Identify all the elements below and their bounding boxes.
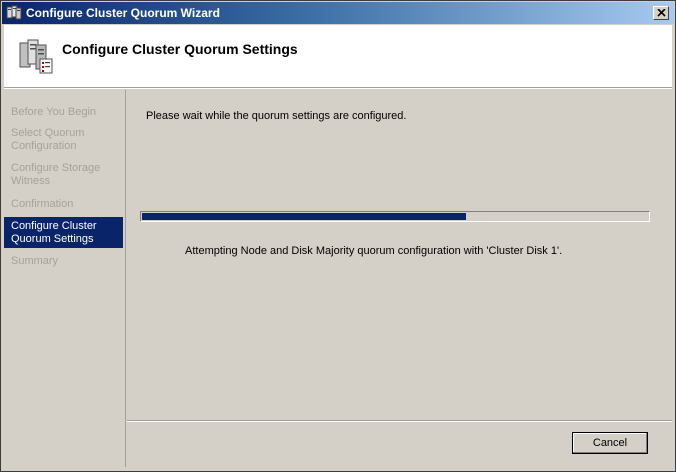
step-configure-storage-witness: Configure Storage Witness bbox=[11, 162, 101, 187]
step-summary: Summary bbox=[11, 255, 59, 267]
wizard-window: Configure Cluster Quorum Wizard Configur… bbox=[0, 0, 676, 472]
step-select-quorum-configuration: Select Quorum Configuration bbox=[11, 127, 85, 152]
close-icon bbox=[657, 9, 666, 17]
header-divider bbox=[4, 88, 672, 89]
steps-sidebar: Before You Begin Select Quorum Configura… bbox=[4, 90, 126, 467]
title-bar: Configure Cluster Quorum Wizard bbox=[2, 2, 674, 24]
close-button[interactable] bbox=[653, 6, 669, 20]
window-title: Configure Cluster Quorum Wizard bbox=[26, 6, 220, 20]
status-text: Attempting Node and Disk Majority quorum… bbox=[185, 245, 563, 257]
cluster-servers-icon bbox=[19, 39, 53, 74]
step-configure-cluster-quorum-settings: Configure Cluster Quorum Settings bbox=[4, 217, 123, 248]
main-content: Please wait while the quorum settings ar… bbox=[127, 90, 672, 420]
wizard-header: Configure Cluster Quorum Settings bbox=[4, 25, 672, 88]
wait-message: Please wait while the quorum settings ar… bbox=[146, 110, 407, 122]
cluster-icon bbox=[6, 5, 22, 20]
progress-bar bbox=[140, 211, 650, 222]
progress-fill bbox=[142, 213, 466, 220]
step-confirmation: Confirmation bbox=[11, 198, 74, 210]
page-title: Configure Cluster Quorum Settings bbox=[62, 41, 298, 57]
footer-divider-highlight bbox=[127, 421, 672, 422]
step-before-you-begin: Before You Begin bbox=[11, 106, 97, 118]
sidebar-divider bbox=[125, 90, 126, 467]
cancel-button[interactable]: Cancel bbox=[572, 432, 648, 454]
